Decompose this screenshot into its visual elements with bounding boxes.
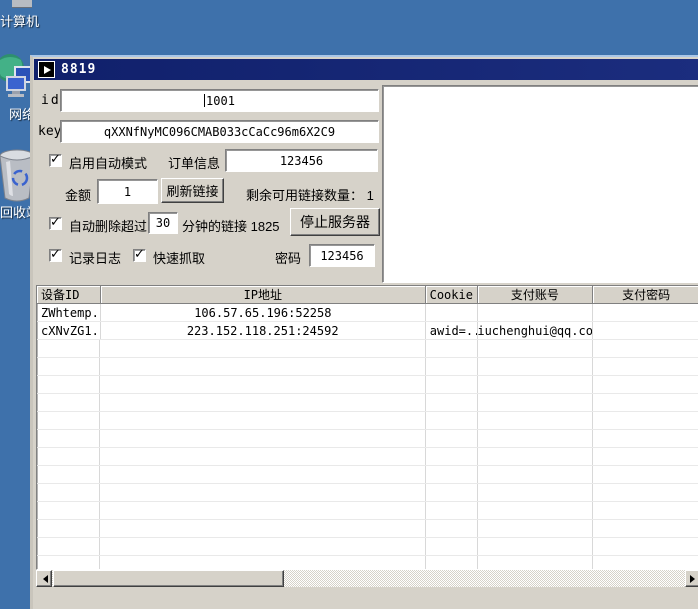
cell-cookie: [426, 304, 478, 321]
minutes-suffix-label: 分钟的链接 1825: [182, 216, 280, 235]
window-title: 8819: [61, 62, 96, 77]
computer-icon[interactable]: [12, 0, 32, 8]
col-header-ip[interactable]: IP地址: [101, 286, 426, 304]
left-arrow-icon: [39, 575, 48, 583]
order-info-label: 订单信息: [168, 153, 220, 172]
fast-capture-label: 快速抓取: [153, 248, 205, 267]
table-row-empty: [37, 538, 698, 556]
title-bar[interactable]: 8819: [34, 59, 698, 80]
amount-value: 1: [124, 185, 131, 199]
amount-input[interactable]: 1: [97, 179, 158, 204]
auto-delete-checkbox[interactable]: [49, 217, 62, 230]
scroll-left-button[interactable]: [36, 570, 52, 587]
right-arrow-icon: [690, 575, 698, 583]
table-row-empty: [37, 466, 698, 484]
key-label: key: [38, 124, 61, 139]
key-input[interactable]: qXXNfNyMC096CMAB033cCaCc96m6X2C9: [60, 120, 379, 143]
cell-pay-account: [478, 304, 594, 321]
cell-device-id: ZWhtemp...: [37, 304, 101, 321]
minutes-input[interactable]: 30: [148, 212, 178, 234]
device-table[interactable]: 设备ID IP地址 Cookie 支付账号 支付密码 ZWhtemp... 10…: [36, 285, 698, 570]
table-header-row: 设备ID IP地址 Cookie 支付账号 支付密码: [37, 286, 698, 304]
table-row-empty: [37, 502, 698, 520]
col-header-pay-password[interactable]: 支付密码: [593, 286, 698, 304]
scroll-right-button[interactable]: [685, 570, 698, 587]
auto-mode-checkbox[interactable]: [49, 154, 62, 167]
order-info-input[interactable]: 123456: [225, 149, 378, 172]
table-row-empty: [37, 556, 698, 570]
app-window: 8819 id 1001 key qXXNfNyMC096CMAB033cCaC…: [30, 55, 698, 609]
amount-label: 金额: [65, 185, 91, 204]
password-value: 123456: [320, 249, 363, 263]
scrollbar-thumb[interactable]: [53, 570, 284, 587]
cell-ip: 106.57.65.196:52258: [101, 304, 426, 321]
log-output-panel[interactable]: [382, 85, 698, 283]
col-header-cookie[interactable]: Cookie: [426, 286, 478, 304]
desktop-icon-label-computer[interactable]: 计算机: [0, 11, 39, 30]
log-checkbox[interactable]: [49, 249, 62, 262]
table-row-empty: [37, 358, 698, 376]
stop-server-button[interactable]: 停止服务器: [290, 208, 380, 236]
log-label: 记录日志: [69, 248, 121, 267]
fast-capture-checkbox[interactable]: [133, 249, 146, 262]
table-row-empty: [37, 448, 698, 466]
refresh-link-button[interactable]: 刷新链接: [161, 178, 224, 203]
table-row-empty: [37, 412, 698, 430]
key-value: qXXNfNyMC096CMAB033cCaCc96m6X2C9: [104, 125, 335, 139]
table-row-empty: [37, 376, 698, 394]
auto-mode-label: 启用自动模式: [69, 153, 147, 172]
order-info-value: 123456: [280, 154, 323, 168]
id-value: 1001: [206, 94, 235, 108]
desktop: 计算机 网络 回收站 8819 id 1001: [0, 0, 698, 609]
password-label: 密码: [275, 248, 301, 267]
col-header-device-id[interactable]: 设备ID: [37, 286, 101, 304]
id-label: id: [41, 93, 61, 108]
table-row-empty: [37, 394, 698, 412]
remaining-links-label: 剩余可用链接数量： 1: [246, 185, 374, 204]
text-cursor: [204, 94, 205, 107]
table-row-empty: [37, 430, 698, 448]
table-row-empty: [37, 484, 698, 502]
cell-cookie: awid=...: [426, 322, 478, 339]
cell-ip: 223.152.118.251:24592: [101, 322, 426, 339]
col-header-pay-account[interactable]: 支付账号: [478, 286, 594, 304]
cell-pay-account: liuchenghui@qq.com: [478, 322, 594, 339]
auto-delete-label: 自动删除超过: [69, 216, 147, 235]
table-row-empty: [37, 340, 698, 358]
table-row-empty: [37, 520, 698, 538]
table-empty-rows: [37, 340, 698, 570]
cell-pay-password: [593, 322, 698, 339]
app-icon: [38, 61, 55, 78]
password-input[interactable]: 123456: [309, 244, 375, 267]
cell-pay-password: [593, 304, 698, 321]
cell-device-id: cXNvZG1...: [37, 322, 101, 339]
horizontal-scrollbar[interactable]: [36, 570, 698, 587]
minutes-value: 30: [156, 216, 170, 230]
table-row[interactable]: ZWhtemp... 106.57.65.196:52258: [37, 304, 698, 322]
id-input[interactable]: 1001: [60, 89, 379, 112]
table-row[interactable]: cXNvZG1... 223.152.118.251:24592 awid=..…: [37, 322, 698, 340]
